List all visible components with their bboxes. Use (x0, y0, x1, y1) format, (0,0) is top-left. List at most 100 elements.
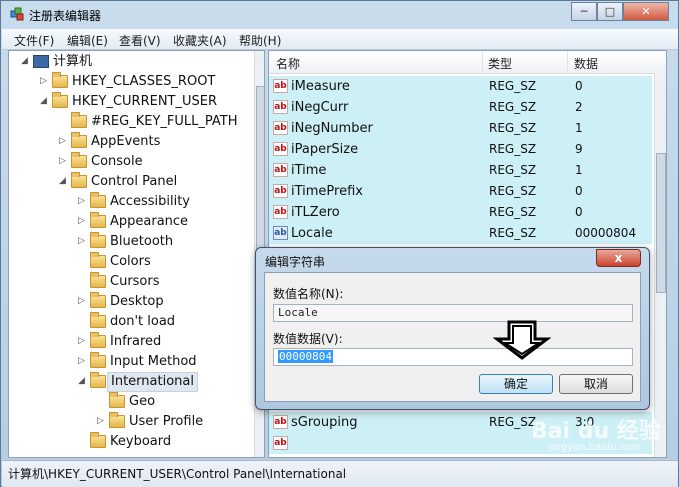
menu-file[interactable]: 文件(F) (14, 32, 54, 49)
expand-arrow-icon[interactable]: ▷ (78, 237, 87, 246)
menu-help[interactable]: 帮助(H) (239, 32, 281, 49)
maximize-button[interactable]: □ (597, 2, 623, 21)
tree-item-hkey-classes-root[interactable]: ▷ HKEY_CLASSES_ROOT (9, 72, 249, 92)
tree-label: Desktop (110, 294, 164, 309)
status-path: 计算机\HKEY_CURRENT_USER\Control Panel\Inte… (8, 467, 347, 481)
value-name: sGrouping (291, 415, 358, 430)
tree-item-international[interactable]: ◢ International (9, 372, 249, 392)
expand-arrow-icon[interactable]: ▷ (78, 217, 87, 226)
column-header-data[interactable]: 数据 (574, 55, 598, 72)
list-header: 名称 类型 数据 (269, 51, 666, 74)
tree-item-infrared[interactable]: ▷ Infrared (9, 332, 249, 352)
tree-label: User Profile (129, 414, 204, 429)
dialog-close-button[interactable]: x (596, 249, 641, 267)
value-data: 00000804 (575, 226, 637, 240)
column-divider[interactable] (482, 51, 483, 73)
tree-label: Bluetooth (110, 234, 174, 249)
folder-icon (71, 132, 87, 148)
expand-arrow-icon[interactable]: ▷ (97, 417, 106, 426)
tree-item-keyboard[interactable]: Keyboard (9, 432, 249, 452)
list-row[interactable]: ab iNegCurr REG_SZ 2 (269, 97, 652, 118)
tree-label: Console (91, 154, 143, 169)
close-button[interactable]: ✕ (623, 2, 669, 21)
expand-arrow-icon[interactable]: ▷ (78, 297, 87, 306)
collapse-arrow-icon[interactable]: ◢ (59, 177, 68, 186)
value-type: REG_SZ (489, 121, 537, 135)
value-type: REG_SZ (489, 415, 537, 429)
expand-arrow-icon[interactable]: ▷ (78, 337, 87, 346)
folder-icon (90, 312, 106, 328)
minimize-button[interactable]: ─ (571, 2, 597, 21)
tree-label: Infrared (110, 334, 162, 349)
folder-icon (90, 292, 106, 308)
computer-icon (33, 55, 49, 68)
column-header-name[interactable]: 名称 (276, 55, 300, 72)
tree-item-geo[interactable]: Geo (9, 392, 249, 412)
list-scrollbar-thumb[interactable] (656, 153, 666, 293)
tree-item-accessibility[interactable]: ▷ Accessibility (9, 192, 249, 212)
list-row[interactable]: ab iTime REG_SZ 1 (269, 160, 652, 181)
down-arrow-annotation-icon (493, 320, 551, 360)
dialog-body: 数值名称(N): Locale 数值数据(V): 00000804 确定 取消 (264, 272, 641, 402)
tree-item-reg-key-full-path[interactable]: #REG_KEY_FULL_PATH (9, 112, 249, 132)
list-row[interactable]: ab iTLZero REG_SZ 0 (269, 202, 652, 223)
menu-favorites[interactable]: 收藏夹(A) (173, 32, 227, 49)
window-title: 注册表编辑器 (29, 9, 102, 23)
tree-item-cursors[interactable]: Cursors (9, 272, 249, 292)
folder-icon (90, 232, 106, 248)
column-divider[interactable] (567, 51, 568, 73)
key-tree[interactable]: ◢ 计算机 ▷ HKEY_CLASSES_ROOT ◢ HKEY_CURRENT… (8, 50, 265, 458)
value-name-label: 数值名称(N): (273, 287, 344, 301)
collapse-arrow-icon[interactable]: ◢ (78, 377, 87, 386)
folder-icon (71, 172, 87, 188)
tree-item-computer[interactable]: ◢ 计算机 (9, 52, 249, 72)
value-data-input[interactable]: 00000804 (273, 348, 633, 366)
tree-item-desktop[interactable]: ▷ Desktop (9, 292, 249, 312)
list-row[interactable]: ab iTimePrefix REG_SZ 0 (269, 181, 652, 202)
list-scrollbar[interactable] (654, 73, 666, 457)
tree-item-control-panel[interactable]: ◢ Control Panel (9, 172, 249, 192)
expand-arrow-icon[interactable]: ▷ (40, 77, 49, 86)
tree-item-bluetooth[interactable]: ▷ Bluetooth (9, 232, 249, 252)
tree-label: 计算机 (53, 54, 93, 69)
list-row[interactable]: ab iNegNumber REG_SZ 1 (269, 118, 652, 139)
folder-icon (90, 372, 106, 388)
folder-icon (90, 332, 106, 348)
tree-item-input-method[interactable]: ▷ Input Method (9, 352, 249, 372)
tree-label: Keyboard (110, 434, 172, 449)
list-row[interactable]: ab Locale REG_SZ 00000804 (269, 223, 652, 244)
tree-item-console[interactable]: ▷ Console (9, 152, 249, 172)
list-row[interactable]: ab iMeasure REG_SZ 0 (269, 76, 652, 97)
ok-button[interactable]: 确定 (479, 374, 553, 394)
expand-arrow-icon[interactable]: ▷ (78, 197, 87, 206)
cancel-button[interactable]: 取消 (559, 374, 633, 394)
expand-arrow-icon[interactable]: ▷ (78, 357, 87, 366)
tree-item-colors[interactable]: Colors (9, 252, 249, 272)
list-row[interactable]: ab iPaperSize REG_SZ 9 (269, 139, 652, 160)
tree-item-dont-load[interactable]: don't load (9, 312, 249, 332)
tree-item-appevents[interactable]: ▷ AppEvents (9, 132, 249, 152)
tree-label: Accessibility (110, 194, 190, 209)
column-header-type[interactable]: 类型 (488, 55, 512, 72)
folder-icon (109, 412, 125, 428)
string-value-icon: ab (273, 142, 288, 156)
value-data-selected-text: 00000804 (278, 350, 333, 363)
value-name: iTimePrefix (291, 184, 363, 199)
value-type: REG_SZ (489, 163, 537, 177)
value-data: 9 (575, 142, 583, 156)
tree-label: Input Method (110, 354, 197, 369)
tree-label: Geo (129, 394, 156, 409)
collapse-arrow-icon[interactable]: ◢ (21, 57, 30, 66)
menu-view[interactable]: 查看(V) (119, 32, 161, 49)
tree-item-user-profile[interactable]: ▷ User Profile (9, 412, 249, 432)
tree-label: Appearance (110, 214, 189, 229)
value-name: iNegNumber (291, 121, 373, 136)
menu-edit[interactable]: 编辑(E) (67, 32, 108, 49)
collapse-arrow-icon[interactable]: ◢ (40, 97, 49, 106)
tree-item-appearance[interactable]: ▷ Appearance (9, 212, 249, 232)
value-data: 0 (575, 184, 583, 198)
tree-item-hkey-current-user[interactable]: ◢ HKEY_CURRENT_USER (9, 92, 249, 112)
expand-arrow-icon[interactable]: ▷ (59, 137, 68, 146)
title-bar[interactable]: 注册表编辑器 ─ □ ✕ (1, 1, 678, 29)
expand-arrow-icon[interactable]: ▷ (59, 157, 68, 166)
